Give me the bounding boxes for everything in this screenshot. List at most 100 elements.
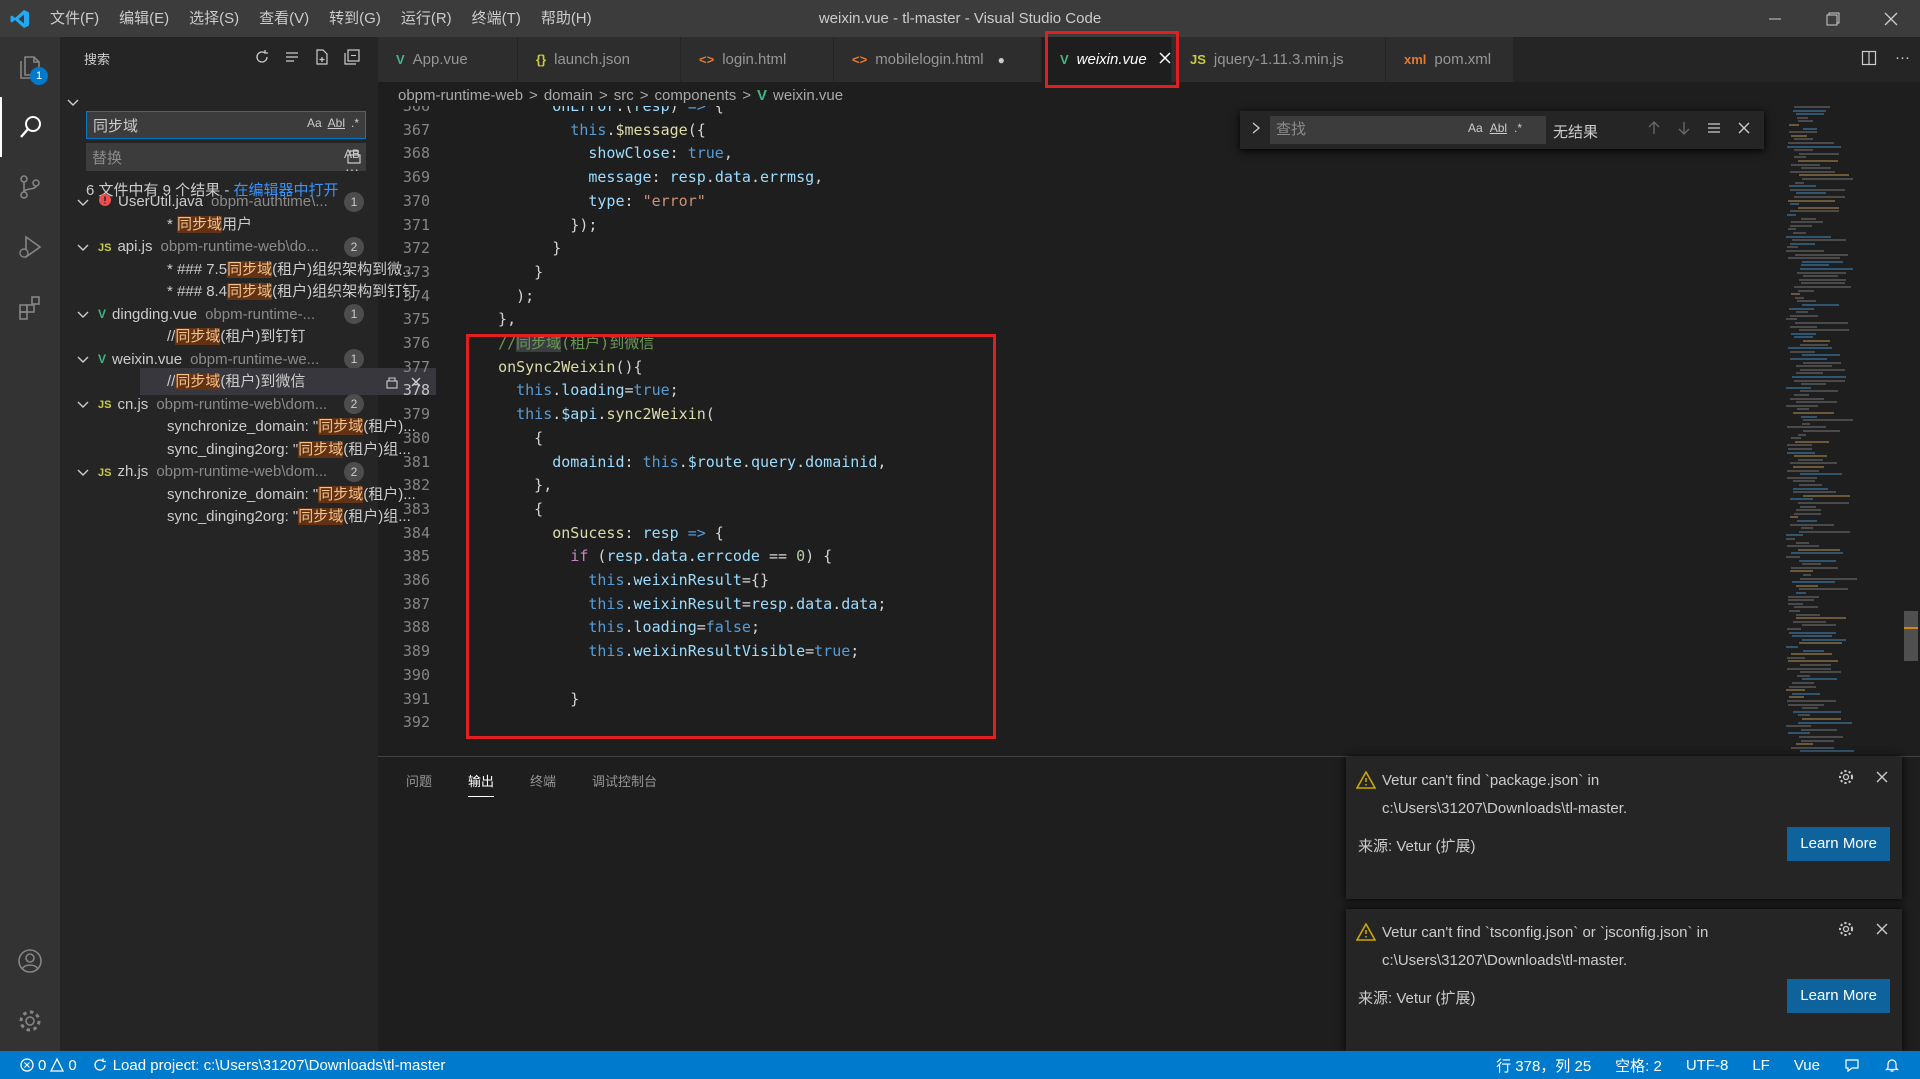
encoding[interactable]: UTF-8 xyxy=(1686,1057,1729,1074)
line-number: 384 xyxy=(402,523,430,542)
collapse-all-icon[interactable] xyxy=(344,49,360,65)
minimap-line xyxy=(1796,541,1809,544)
replace-input[interactable]: 替换 AB xyxy=(86,143,366,171)
search-input[interactable]: 同步域 Aa Abl .* xyxy=(86,111,366,139)
code-line[interactable]: 390 xyxy=(378,663,480,687)
cursor-position[interactable]: 行 378，列 25 xyxy=(1496,1055,1591,1076)
code-line[interactable]: 370 type: "error" xyxy=(378,189,706,213)
match-case-toggle[interactable]: Aa xyxy=(307,116,322,130)
close-window-button[interactable] xyxy=(1862,0,1920,37)
minimap[interactable] xyxy=(1782,106,1902,756)
find-regex-toggle[interactable]: .* xyxy=(1514,121,1522,135)
language-mode[interactable]: Vue xyxy=(1794,1057,1820,1074)
menu-file[interactable]: 文件(F) xyxy=(40,0,109,37)
gear-icon[interactable] xyxy=(1838,921,1854,937)
indentation[interactable]: 空格: 2 xyxy=(1615,1055,1662,1076)
tab-output[interactable]: 输出 xyxy=(468,771,495,797)
tab-problems[interactable]: 问题 xyxy=(406,771,432,797)
chevron-down-icon[interactable] xyxy=(76,352,90,366)
menu-go[interactable]: 转到(G) xyxy=(319,0,391,37)
source-control-button[interactable] xyxy=(0,157,60,217)
close-icon[interactable] xyxy=(1874,921,1890,937)
match-highlight: 同步域 xyxy=(298,508,344,525)
breadcrumb-segment[interactable]: obpm-runtime-web xyxy=(398,87,523,104)
minimap-line xyxy=(1798,206,1839,209)
code-line[interactable]: 366 onError:(resp) => { xyxy=(378,106,724,118)
chevron-down-icon[interactable] xyxy=(76,240,90,254)
code-line[interactable]: 368 showClose: true, xyxy=(378,141,733,165)
minimap-line xyxy=(1788,599,1814,602)
clear-results-icon[interactable] xyxy=(284,49,300,65)
end-of-line[interactable]: LF xyxy=(1752,1057,1770,1074)
breadcrumb-segment[interactable]: domain xyxy=(544,87,593,104)
breadcrumb-segment[interactable]: components xyxy=(655,87,737,104)
tab-mobilelogin-html[interactable]: <> mobilelogin.html ● xyxy=(834,37,1042,82)
scrollbar[interactable] xyxy=(1904,106,1918,756)
tab-pom-xml[interactable]: xml pom.xml xyxy=(1386,37,1514,82)
toggle-replace-chevron-icon[interactable] xyxy=(1250,121,1262,139)
menu-terminal[interactable]: 终端(T) xyxy=(462,0,531,37)
code-line[interactable]: 371 }); xyxy=(378,213,598,237)
extensions-icon xyxy=(19,296,40,320)
extensions-button[interactable] xyxy=(0,277,60,337)
arrow-up-icon[interactable] xyxy=(1646,120,1662,136)
tab-app-vue[interactable]: V App.vue xyxy=(378,37,518,82)
match-highlight: 同步域 xyxy=(318,418,364,435)
unsaved-dot-icon[interactable]: ● xyxy=(998,53,1005,67)
find-in-selection-icon[interactable] xyxy=(1706,120,1722,136)
gear-icon[interactable] xyxy=(1838,769,1854,785)
chevron-down-icon[interactable] xyxy=(76,195,90,209)
more-options-icon[interactable]: ··· xyxy=(345,161,359,177)
learn-more-button[interactable]: Learn More xyxy=(1787,979,1890,1013)
code-line[interactable]: 375 }, xyxy=(378,307,516,331)
explorer-button[interactable]: 1 xyxy=(0,37,60,97)
tab-launch-json[interactable]: {} launch.json xyxy=(518,37,681,82)
code-line[interactable]: 392 xyxy=(378,710,480,734)
search-view-button[interactable] xyxy=(0,97,60,157)
code-line[interactable]: 367 this.$message({ xyxy=(378,118,706,142)
menu-run[interactable]: 运行(R) xyxy=(391,0,462,37)
menu-view[interactable]: 查看(V) xyxy=(249,0,319,37)
breadcrumb-segment[interactable]: weixin.vue xyxy=(773,87,843,104)
find-match-case-toggle[interactable]: Aa xyxy=(1468,121,1483,135)
minimize-button[interactable] xyxy=(1746,0,1804,37)
code-line[interactable]: 369 message: resp.data.errmsg, xyxy=(378,165,823,189)
new-search-editor-icon[interactable] xyxy=(314,49,330,65)
menu-help[interactable]: 帮助(H) xyxy=(531,0,602,37)
restore-button[interactable] xyxy=(1804,0,1862,37)
tab-jquery-1-11-3-min-js[interactable]: JS jquery-1.11.3.min.js xyxy=(1172,37,1386,82)
run-debug-button[interactable] xyxy=(0,217,60,277)
problems-status[interactable]: 0 0 xyxy=(20,1057,77,1074)
match-word-toggle[interactable]: Abl xyxy=(328,116,345,130)
chevron-down-icon[interactable] xyxy=(76,397,90,411)
learn-more-button[interactable]: Learn More xyxy=(1787,827,1890,861)
refresh-icon[interactable] xyxy=(254,49,270,65)
minimap-line xyxy=(1793,710,1841,713)
code-line[interactable]: 374 ); xyxy=(378,284,534,308)
manage-button[interactable] xyxy=(0,991,60,1051)
code-line[interactable]: 373 } xyxy=(378,260,543,284)
breadcrumb-segment[interactable]: src xyxy=(614,87,634,104)
arrow-down-icon[interactable] xyxy=(1676,120,1692,136)
tab-terminal[interactable]: 终端 xyxy=(530,771,556,797)
chevron-down-icon[interactable] xyxy=(76,465,90,479)
bell-icon[interactable] xyxy=(1884,1057,1900,1073)
search-query: 同步域 xyxy=(93,117,139,135)
minimap-line xyxy=(1786,235,1831,238)
accounts-button[interactable] xyxy=(0,931,60,991)
close-icon[interactable] xyxy=(1736,120,1752,136)
split-editor-icon[interactable] xyxy=(1861,50,1877,66)
chevron-down-icon[interactable] xyxy=(76,307,90,321)
toggle-replace-icon[interactable] xyxy=(66,95,80,113)
tab-login-html[interactable]: <> login.html xyxy=(681,37,834,82)
menu-edit[interactable]: 编辑(E) xyxy=(109,0,179,37)
load-project-status[interactable]: Load project: c:\Users\31207\Downloads\t… xyxy=(93,1057,445,1074)
regex-toggle[interactable]: .* xyxy=(351,116,359,130)
close-icon[interactable] xyxy=(1874,769,1890,785)
code-line[interactable]: 372 } xyxy=(378,236,561,260)
feedback-icon[interactable] xyxy=(1844,1057,1860,1073)
find-match-word-toggle[interactable]: Abl xyxy=(1490,121,1507,135)
tab-debug-console[interactable]: 调试控制台 xyxy=(592,771,657,797)
more-actions-icon[interactable]: ··· xyxy=(1895,50,1910,66)
menu-selection[interactable]: 选择(S) xyxy=(179,0,249,37)
